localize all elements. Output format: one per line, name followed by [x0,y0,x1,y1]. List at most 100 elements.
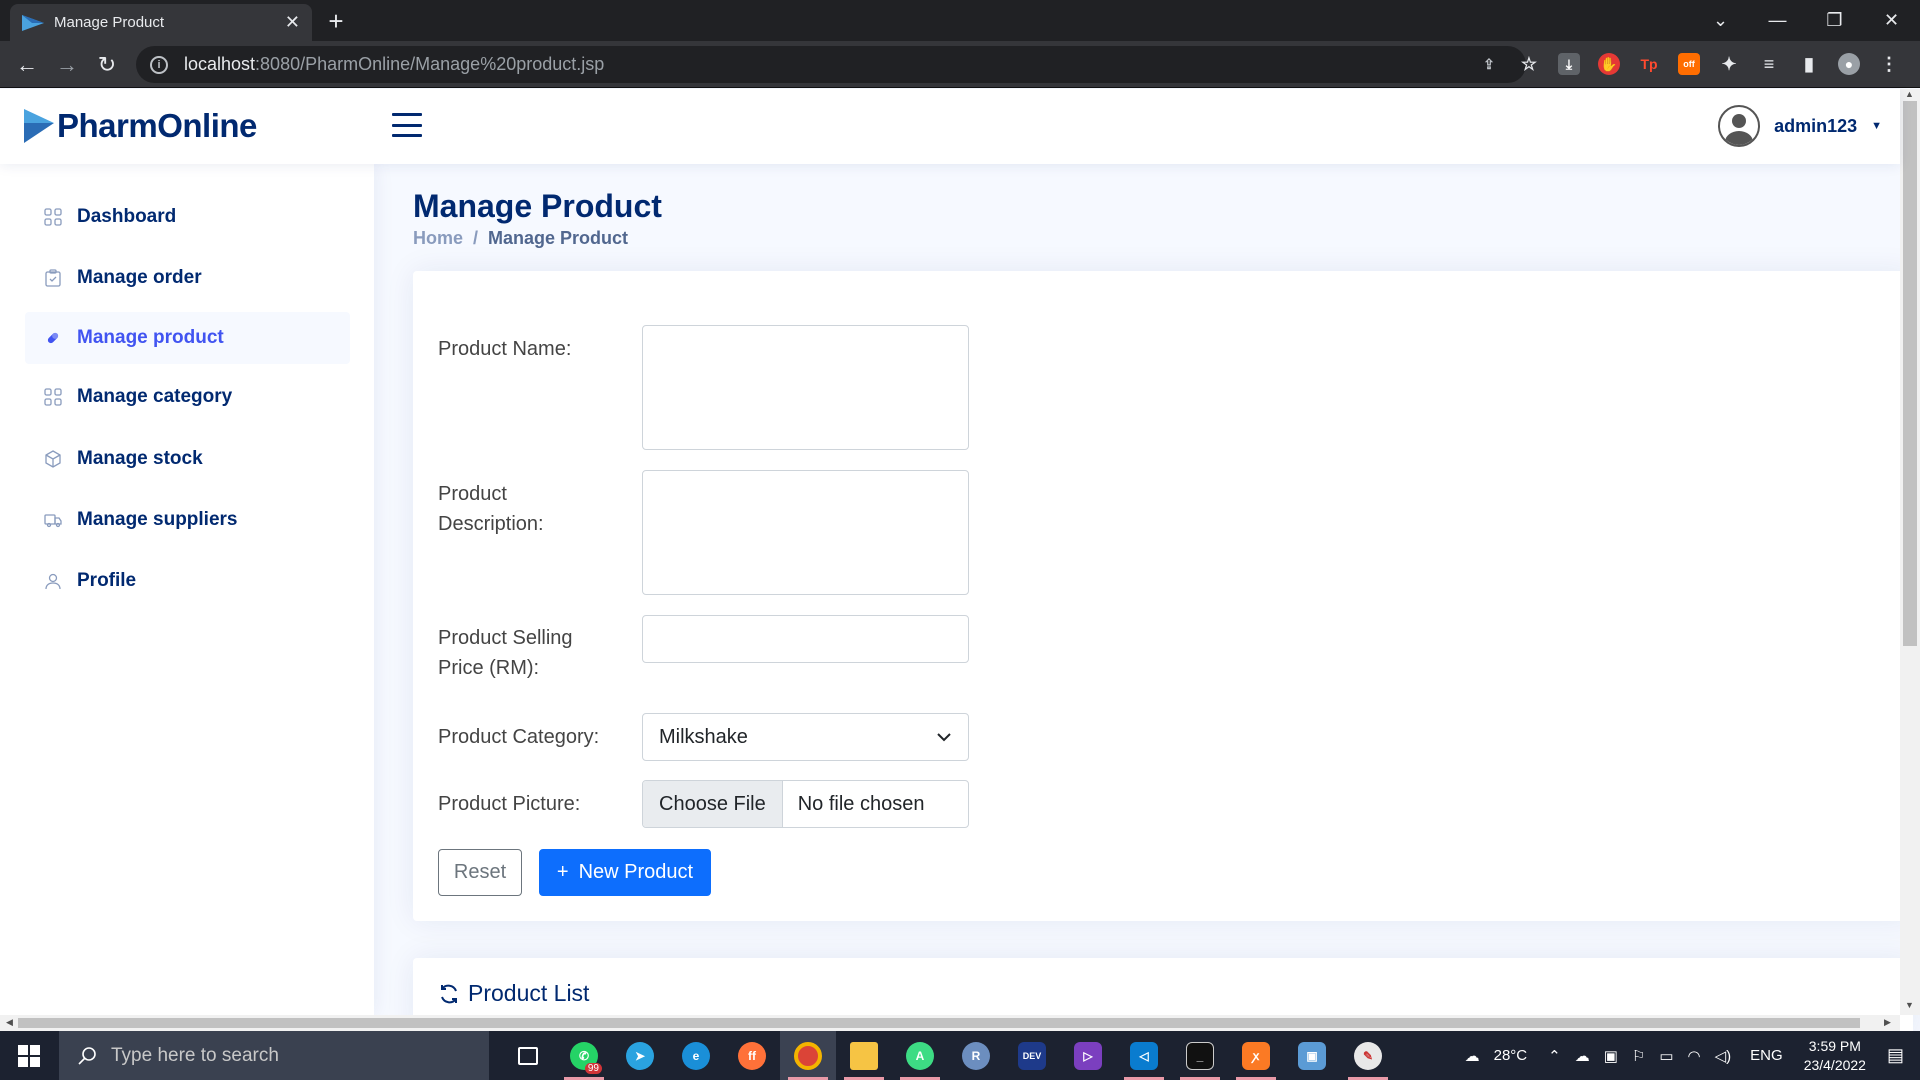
reload-icon[interactable]: ↻ [92,50,122,80]
site-info-icon[interactable]: i [150,55,168,74]
breadcrumb-separator: / [473,228,479,248]
share-icon[interactable]: ⇪ [1478,53,1500,75]
vscode-icon[interactable]: ◁ [1116,1031,1172,1080]
notifications-icon[interactable]: ▤ [1887,1045,1904,1066]
user-name: admin123 [1774,115,1858,136]
scroll-left-icon[interactable]: ◀ [6,1017,13,1028]
scroll-right-icon[interactable]: ▶ [1884,1017,1891,1028]
browser-tab-bar: Manage Product ✕ + ⌄ — ❐ ✕ [0,0,1920,41]
clock-time: 3:59 PM [1808,1037,1861,1054]
tp-extension-icon[interactable]: Tp [1638,53,1660,75]
minimize-icon[interactable]: — [1749,0,1806,41]
off-extension-icon[interactable]: off [1678,53,1700,75]
window-controls: ⌄ — ❐ ✕ [1692,0,1920,41]
forward-icon[interactable]: → [52,50,82,80]
terminal-icon[interactable]: _ [1172,1031,1228,1080]
product-description-field[interactable] [642,470,969,595]
side-panel-icon[interactable]: ▮ [1798,53,1820,75]
telegram-icon[interactable]: ➤ [612,1031,668,1080]
sidebar-item-manage-stock[interactable]: Manage stock [25,433,350,485]
pdf-extension-icon[interactable]: ⤓ [1558,53,1580,75]
file-explorer-icon[interactable] [836,1031,892,1080]
back-icon[interactable]: ← [12,50,42,80]
sidebar-toggle-icon[interactable] [392,113,422,137]
truck-icon [43,510,63,530]
browser-menu-icon[interactable]: ⋮ [1878,53,1900,75]
vertical-scrollbar[interactable]: ▲ ▼ [1900,89,1920,1015]
close-tab-icon[interactable]: ✕ [285,12,300,33]
meet-icon[interactable]: ▣ [1604,1047,1618,1065]
firefox-icon[interactable]: ff [724,1031,780,1080]
weather-icon[interactable]: ☁ [1465,1047,1480,1065]
url-field[interactable]: i localhost:8080/PharmOnline/Manage%20pr… [136,46,1526,83]
windows-start-icon[interactable] [0,1031,58,1080]
scroll-down-icon[interactable]: ▼ [1905,1000,1914,1010]
clipboard-icon [43,268,63,288]
sidebar-item-manage-product[interactable]: Manage product [25,312,350,364]
product-list-title: Product List [468,980,590,1006]
product-price-label: Product Selling Price (RM): [438,623,573,683]
scroll-up-icon[interactable]: ▲ [1905,89,1914,99]
sidebar-item-dashboard[interactable]: Dashboard [25,191,350,243]
clock[interactable]: 3:59 PM 23/4/2022 [1804,1037,1866,1075]
reset-button-label: Reset [453,861,507,883]
r-language-icon[interactable]: R [948,1031,1004,1080]
android-studio-icon[interactable]: A [892,1031,948,1080]
reset-button[interactable]: Reset [438,849,522,896]
vertical-scroll-thumb[interactable] [1903,101,1917,646]
sidebar-item-manage-category[interactable]: Manage category [25,371,350,423]
box-icon [43,449,63,469]
breadcrumb-current: Manage Product [488,228,629,248]
chrome-icon[interactable] [780,1031,836,1080]
xampp-icon[interactable]: ꭗ [1228,1031,1284,1080]
horizontal-scrollbar[interactable]: ◀ ▶ [0,1015,1900,1031]
adblock-extension-icon[interactable]: ✋ [1598,53,1620,75]
close-window-icon[interactable]: ✕ [1863,0,1920,41]
refresh-icon[interactable] [438,983,460,1005]
new-product-button[interactable]: + New Product [539,849,711,896]
sidebar-item-label: Manage suppliers [77,509,238,530]
input-language[interactable]: ENG [1750,1047,1783,1064]
bookmark-star-icon[interactable]: ☆ [1518,53,1540,75]
user-menu[interactable]: admin123 ▼ [1718,105,1882,147]
whatsapp-icon[interactable]: ✆ 99 [556,1031,612,1080]
battery-icon[interactable]: ▭ [1659,1047,1673,1065]
file-status: No file chosen [797,792,925,815]
restore-icon[interactable]: ❐ [1806,0,1863,41]
taskbar-apps: ✆ 99 ➤ e ff A R DEV ▷ ◁ _ ꭗ ▣ ✎ [500,1031,1396,1080]
sidebar-item-manage-suppliers[interactable]: Manage suppliers [25,494,350,546]
breadcrumb-home[interactable]: Home [413,228,463,249]
extensions-puzzle-icon[interactable]: ✦ [1718,53,1740,75]
sidebar-item-manage-order[interactable]: Manage order [25,252,350,304]
visual-studio-icon[interactable]: ▷ [1060,1031,1116,1080]
sidebar-item-profile[interactable]: Profile [25,555,350,607]
browser-tab[interactable]: Manage Product ✕ [10,4,312,41]
volume-icon[interactable]: ◁) [1715,1047,1732,1065]
onedrive-icon[interactable]: ☁ [1575,1047,1590,1065]
product-name-field[interactable] [642,325,969,450]
product-picture-label: Product Picture: [438,793,581,815]
security-icon[interactable]: ⚐ [1632,1047,1645,1065]
devcpp-icon[interactable]: DEV [1004,1031,1060,1080]
profile-avatar-icon[interactable]: ● [1838,53,1860,75]
wifi-icon[interactable]: ◠ [1688,1047,1701,1065]
url-path: :8080/PharmOnline/Manage%20product.jsp [255,54,605,74]
reading-list-icon[interactable]: ≡ [1758,53,1780,75]
edge-icon[interactable]: e [668,1031,724,1080]
horizontal-scroll-thumb[interactable] [18,1018,1860,1028]
product-price-field[interactable] [642,615,969,663]
taskbar-search-box[interactable]: Type here to search [59,1031,489,1080]
paint-icon[interactable]: ✎ [1340,1031,1396,1080]
tab-search-icon[interactable]: ⌄ [1692,0,1749,41]
main-content: Manage Product Home / Manage Product Pro… [374,164,1913,1038]
choose-file-button[interactable]: Choose File [643,781,783,827]
weather-temp[interactable]: 28°C [1494,1047,1528,1064]
product-picture-input[interactable]: Choose File No file chosen [642,780,969,828]
brand-logo[interactable]: PharmOnline [24,107,257,145]
virtualbox-icon[interactable]: ▣ [1284,1031,1340,1080]
new-tab-icon[interactable]: + [322,8,350,36]
task-view-icon[interactable] [500,1031,556,1080]
user-avatar-icon [1718,105,1761,147]
tray-overflow-icon[interactable]: ⌃ [1548,1047,1561,1065]
product-category-select[interactable]: Milkshake [642,713,969,761]
